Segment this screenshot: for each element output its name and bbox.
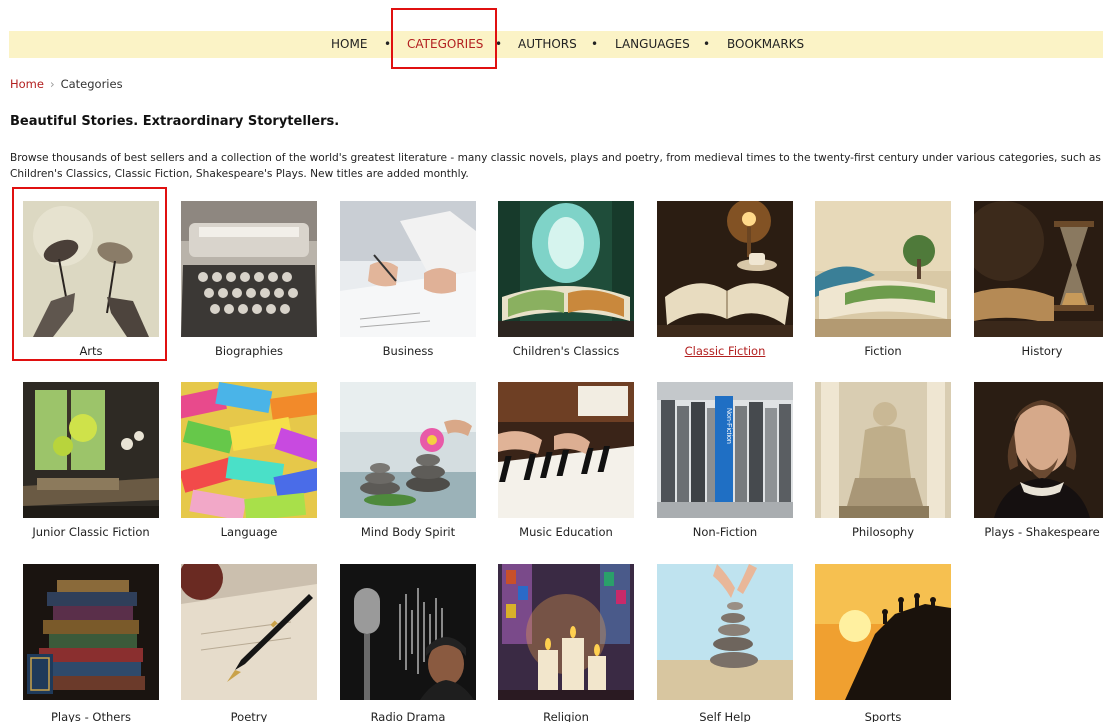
category-label: Biographies <box>214 344 284 358</box>
category-tile-non-fiction[interactable]: Non-Fiction Non-Fiction <box>657 382 793 539</box>
breadcrumb-chevron-icon: › <box>49 77 55 91</box>
category-tile-music-education[interactable]: Music Education <box>498 382 634 539</box>
page-title: Beautiful Stories. Extraordinary Storyte… <box>10 114 340 129</box>
category-label: Business <box>382 344 434 358</box>
typewriter-image <box>181 201 317 337</box>
microphone-image <box>340 564 476 700</box>
nav-languages[interactable]: LANGUAGES <box>615 31 690 58</box>
non-fiction-spine-text: Non-Fiction <box>725 408 732 444</box>
breadcrumb: Home › Categories <box>10 77 123 91</box>
category-tile-religion[interactable]: Religion <box>498 564 634 722</box>
category-tile-classic-fiction[interactable]: Classic Fiction <box>657 201 793 358</box>
category-label: Sports <box>864 710 902 722</box>
category-tile-childrens-classics[interactable]: Children's Classics <box>498 201 634 358</box>
hands-writing-image <box>340 201 476 337</box>
category-label: Classic Fiction <box>684 344 766 358</box>
category-tile-philosophy[interactable]: Philosophy <box>815 382 951 539</box>
open-book-lamp-image <box>657 201 793 337</box>
book-stack-image <box>23 564 159 700</box>
category-tile-mind-body-spirit[interactable]: Mind Body Spirit <box>340 382 476 539</box>
category-tile-arts[interactable]: Arts <box>23 201 159 358</box>
statue-image <box>815 382 951 518</box>
nav-bookmarks[interactable]: BOOKMARKS <box>727 31 804 58</box>
category-label: Poetry <box>230 710 268 722</box>
category-label: Music Education <box>519 525 613 539</box>
breadcrumb-current: Categories <box>60 77 123 91</box>
climbers-sunset-image <box>815 564 951 700</box>
category-tile-plays-others[interactable]: Plays - Others <box>23 564 159 722</box>
hourglass-image <box>974 201 1103 337</box>
category-label: Plays - Shakespeare <box>984 525 1100 539</box>
category-tile-biographies[interactable]: Biographies <box>181 201 317 358</box>
nav-categories[interactable]: CATEGORIES <box>407 31 483 58</box>
category-tile-history[interactable]: History <box>974 201 1103 358</box>
book-landscape-image <box>815 201 951 337</box>
piano-image <box>498 382 634 518</box>
category-label: Children's Classics <box>512 344 620 358</box>
category-label: Religion <box>543 710 589 722</box>
category-label: Junior Classic Fiction <box>32 525 150 539</box>
enchanted-forest-book-image <box>498 201 634 337</box>
shakespeare-portrait-image <box>974 382 1103 518</box>
category-label: Plays - Others <box>50 710 132 722</box>
nav-authors[interactable]: AUTHORS <box>518 31 577 58</box>
stacking-stones-image <box>657 564 793 700</box>
category-tile-junior-classic-fiction[interactable]: Junior Classic Fiction <box>23 382 159 539</box>
main-nav: HOME • CATEGORIES • AUTHORS • LANGUAGES … <box>9 31 1103 58</box>
category-label: Radio Drama <box>370 710 446 722</box>
nav-separator: • <box>495 37 503 51</box>
category-label: Language <box>220 525 278 539</box>
category-label: Non-Fiction <box>692 525 758 539</box>
non-fiction-book-image: Non-Fiction <box>657 382 793 518</box>
category-tile-plays-shakespeare[interactable]: Plays - Shakespeare <box>974 382 1103 539</box>
nav-separator: • <box>703 37 711 51</box>
category-label: Philosophy <box>851 525 915 539</box>
theater-masks-image <box>23 201 159 337</box>
stacked-stones-lotus-image <box>340 382 476 518</box>
nav-separator: • <box>384 37 392 51</box>
breadcrumb-home-link[interactable]: Home <box>10 77 44 91</box>
nav-separator: • <box>591 37 599 51</box>
category-tile-fiction[interactable]: Fiction <box>815 201 951 358</box>
category-tile-radio-drama[interactable]: Radio Drama <box>340 564 476 722</box>
category-tile-sports[interactable]: Sports <box>815 564 951 722</box>
fountain-pen-image <box>181 564 317 700</box>
category-label: Fiction <box>864 344 902 358</box>
category-label: Mind Body Spirit <box>360 525 456 539</box>
candles-image <box>498 564 634 700</box>
category-tile-poetry[interactable]: Poetry <box>181 564 317 722</box>
intro-text: Browse thousands of best sellers and a c… <box>10 152 1101 180</box>
category-tile-business[interactable]: Business <box>340 201 476 358</box>
category-tile-self-help[interactable]: Self Help <box>657 564 793 722</box>
category-label: History <box>1021 344 1063 358</box>
word-notes-image <box>181 382 317 518</box>
category-label: Self Help <box>699 710 751 722</box>
category-label: Arts <box>79 344 103 358</box>
category-tile-language[interactable]: Language <box>181 382 317 539</box>
window-plant-image <box>23 382 159 518</box>
nav-home[interactable]: HOME <box>331 31 367 58</box>
